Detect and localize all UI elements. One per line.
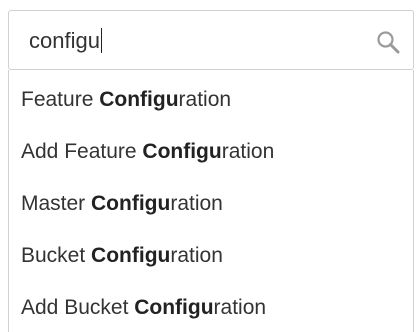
suggestion-text: ration bbox=[178, 88, 232, 111]
suggestion-text: Add Feature bbox=[21, 140, 143, 163]
suggestion-text: ration bbox=[170, 244, 223, 267]
suggestion-item[interactable]: Master Configuration bbox=[9, 178, 413, 230]
autocomplete-widget: configu Feature Configuration Add Featur… bbox=[0, 0, 420, 332]
suggestion-text: ration bbox=[221, 140, 275, 163]
search-input[interactable]: configu bbox=[29, 23, 102, 59]
suggestion-item[interactable]: Add Bucket Configuration bbox=[9, 282, 413, 332]
suggestion-match: Configu bbox=[91, 192, 171, 215]
search-icon[interactable] bbox=[375, 29, 401, 55]
suggestion-text: ration bbox=[213, 296, 267, 319]
suggestion-text: ration bbox=[170, 192, 223, 215]
suggestion-item[interactable]: Bucket Configuration bbox=[9, 230, 413, 282]
suggestion-text: Master bbox=[21, 192, 92, 215]
suggestion-text: Bucket bbox=[21, 244, 92, 267]
suggestion-match: Configu bbox=[142, 140, 222, 163]
suggestion-match: Configu bbox=[91, 244, 171, 267]
suggestion-text: Add Bucket bbox=[21, 296, 135, 319]
search-box[interactable]: configu bbox=[8, 10, 414, 70]
suggestion-dropdown: Feature Configuration Add Feature Config… bbox=[8, 70, 414, 332]
suggestion-item[interactable]: Feature Configuration bbox=[9, 74, 413, 126]
suggestion-match: Configu bbox=[134, 296, 214, 319]
suggestion-match: Configu bbox=[99, 88, 179, 111]
suggestion-item[interactable]: Add Feature Configuration bbox=[9, 126, 413, 178]
search-input-value: configu bbox=[29, 28, 100, 53]
suggestion-text: Feature bbox=[21, 88, 100, 111]
text-caret bbox=[100, 28, 102, 53]
